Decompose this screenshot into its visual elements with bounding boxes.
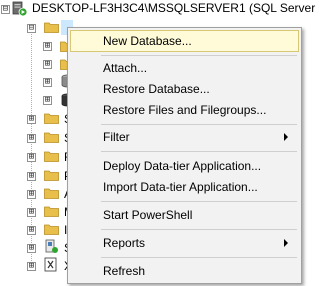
child-expand-toggle[interactable]: ⊞	[27, 153, 36, 162]
databases-collapse-toggle[interactable]: ⊟	[27, 24, 36, 33]
menu-separator	[101, 124, 297, 125]
menu-item-filter[interactable]: Filter	[71, 127, 298, 147]
child-expand-toggle[interactable]: ⊞	[27, 115, 36, 124]
child-expand-toggle[interactable]: ⊞	[43, 42, 52, 51]
submenu-arrow-icon	[284, 133, 288, 141]
xevent-icon	[44, 257, 57, 272]
menu-separator	[101, 201, 297, 202]
folder-icon	[44, 224, 59, 235]
folder-icon	[44, 151, 59, 162]
child-expand-toggle[interactable]: ⊞	[43, 78, 52, 87]
menu-separator	[101, 151, 297, 152]
menu-item-reports[interactable]: Reports	[71, 233, 298, 253]
menu-separator	[101, 55, 297, 56]
child-expand-toggle[interactable]: ⊞	[27, 226, 36, 235]
child-expand-toggle[interactable]: ⊞	[27, 134, 36, 143]
menu-item-import-data-tier[interactable]: Import Data-tier Application...	[71, 177, 298, 197]
menu-item-restore-files[interactable]: Restore Files and Filegroups...	[71, 100, 298, 120]
context-menu: New Database... Attach... Restore Databa…	[67, 27, 302, 284]
menu-item-attach[interactable]: Attach...	[71, 58, 298, 78]
agent-icon	[45, 239, 58, 253]
folder-icon	[44, 206, 59, 217]
menu-item-filter-label: Filter	[103, 130, 130, 144]
menu-item-start-powershell[interactable]: Start PowerShell	[71, 205, 298, 225]
databases-folder-icon	[44, 22, 59, 33]
submenu-arrow-icon	[284, 239, 288, 247]
menu-item-new-database[interactable]: New Database...	[70, 30, 299, 52]
folder-icon	[44, 188, 59, 199]
menu-separator	[101, 257, 297, 258]
folder-icon	[44, 113, 59, 124]
menu-item-reports-label: Reports	[103, 236, 146, 250]
child-expand-toggle[interactable]: ⊞	[27, 244, 36, 253]
child-expand-toggle[interactable]: ⊞	[27, 172, 36, 181]
menu-item-restore-database[interactable]: Restore Database...	[71, 79, 298, 99]
child-expand-toggle[interactable]: ⊞	[43, 60, 52, 69]
menu-item-refresh[interactable]: Refresh	[71, 261, 298, 281]
child-expand-toggle[interactable]: ⊞	[27, 208, 36, 217]
server-node-label[interactable]: DESKTOP-LF3H3C4\MSSQLSERVER1 (SQL Server	[32, 1, 315, 15]
child-expand-toggle[interactable]: ⊞	[43, 96, 52, 105]
menu-separator	[101, 229, 297, 230]
folder-icon	[44, 170, 59, 181]
folder-icon	[44, 132, 59, 143]
menu-item-deploy-data-tier[interactable]: Deploy Data-tier Application...	[71, 156, 298, 176]
child-expand-toggle[interactable]: ⊞	[27, 190, 36, 199]
child-expand-toggle[interactable]: ⊞	[27, 262, 36, 271]
